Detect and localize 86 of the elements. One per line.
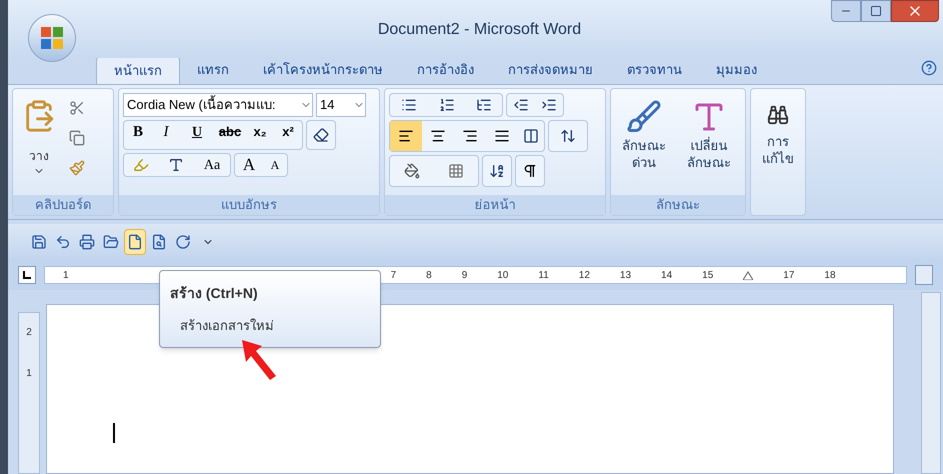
ruler-number: 8	[426, 268, 432, 282]
ruler-number: 2	[26, 326, 32, 340]
copy-icon	[69, 130, 85, 146]
office-button[interactable]	[28, 14, 76, 62]
underline-button[interactable]: U	[180, 121, 214, 143]
ruler-number: 11	[538, 268, 549, 282]
border-grid-icon	[448, 163, 464, 179]
maximize-button[interactable]	[861, 0, 891, 22]
group-label: แบบอักษร	[221, 196, 277, 214]
increase-indent-icon	[541, 97, 557, 113]
ruler-number: 14	[661, 268, 672, 282]
tab-selector-button[interactable]	[18, 266, 36, 284]
ribbon-tab[interactable]: การอ้างอิง	[400, 56, 491, 84]
line-spacing-icon	[560, 128, 576, 144]
tooltip-title: สร้าง (Ctrl+N)	[170, 284, 259, 303]
line-spacing-button[interactable]	[548, 120, 588, 152]
ribbon-tab[interactable]: เค้าโครงหน้ากระดาษ	[246, 56, 400, 84]
highlighter-icon	[133, 157, 149, 173]
tooltip-description: สร้างเอกสารใหม่	[180, 317, 275, 335]
indent-marker-icon	[743, 270, 754, 280]
magnifier-page-icon	[151, 234, 167, 250]
clear-format-button[interactable]	[306, 120, 336, 150]
ruler-number: 1	[63, 268, 69, 282]
align-center-icon	[430, 128, 446, 144]
quick-styles-button[interactable]: ลักษณะ ด่วน	[615, 93, 674, 191]
ribbon-tab[interactable]: มุมมอง	[699, 56, 774, 84]
group-label: คลิปบอร์ด	[35, 196, 91, 214]
ruler-number: 10	[497, 268, 508, 282]
paste-button[interactable]: วาง	[17, 93, 61, 191]
maximize-icon	[870, 5, 882, 17]
ruler-number: 7	[390, 268, 396, 282]
redo-icon	[175, 234, 191, 250]
ribbon-tab[interactable]: ตรวจทาน	[610, 56, 699, 84]
paintbrush-icon	[69, 160, 85, 176]
tab-stop-icon	[23, 271, 31, 279]
ribbon-tab[interactable]: แทรก	[180, 56, 246, 84]
save-icon	[31, 234, 47, 250]
text-cursor	[113, 423, 115, 443]
printer-icon	[79, 234, 95, 250]
paint-bucket-icon	[404, 163, 420, 179]
sort-button[interactable]	[482, 155, 512, 187]
group-label: ลักษณะ	[656, 196, 700, 214]
help-icon[interactable]	[921, 60, 937, 76]
ruler-number: 13	[620, 268, 632, 282]
show-marks-button[interactable]	[515, 155, 545, 187]
ruler-number: 1	[26, 367, 32, 381]
align-left-icon	[398, 128, 414, 144]
close-button[interactable]	[891, 0, 939, 22]
folder-icon	[103, 234, 119, 250]
window-title: Document2 - Microsoft Word	[378, 20, 582, 40]
editing-button[interactable]: การ แก้ไข	[755, 93, 801, 211]
toolbar-button[interactable]	[124, 229, 146, 255]
columns-icon	[523, 128, 539, 144]
group-label: ย่อหน้า	[474, 196, 516, 214]
bullet-list-icon	[401, 97, 417, 113]
grow-font-button[interactable]: A	[235, 154, 263, 176]
italic-button[interactable]: I	[152, 121, 180, 143]
office-logo-icon	[40, 26, 64, 50]
sort-az-icon	[489, 163, 505, 179]
ruler-number: 9	[462, 268, 468, 282]
align-right-icon	[462, 128, 478, 144]
text-color-icon	[168, 157, 184, 173]
multilevel-list-icon	[476, 97, 492, 113]
shrink-font-button[interactable]: A	[263, 154, 287, 176]
decrease-indent-icon	[513, 97, 529, 113]
ruler-number: 18	[824, 268, 836, 282]
ruler-number: 12	[578, 268, 590, 282]
scissors-icon	[69, 100, 85, 116]
font-name-dropdown[interactable]: Cordia New (เนื้อความแบ:	[123, 93, 313, 117]
superscript-button[interactable]: x²	[274, 121, 302, 143]
ribbon-tab[interactable]: การส่งจดหมาย	[491, 56, 610, 84]
strikethrough-button[interactable]: abc	[214, 121, 246, 143]
subscript-button[interactable]: x₂	[246, 121, 274, 143]
justify-icon	[494, 128, 510, 144]
font-size-dropdown[interactable]: 14	[316, 93, 366, 117]
ruler-number: 15	[702, 268, 714, 282]
bold-button[interactable]: B	[124, 121, 152, 143]
ribbon-tab[interactable]: หน้าแรก	[96, 56, 180, 84]
change-styles-button[interactable]: เปลี่ยน ลักษณะ	[677, 93, 741, 191]
eraser-icon	[313, 127, 329, 143]
blank-page-icon	[127, 234, 143, 250]
numbered-list-icon	[439, 97, 455, 113]
align-button[interactable]	[390, 121, 422, 151]
undo-icon	[55, 234, 71, 250]
ruler-number: 17	[783, 268, 794, 282]
pilcrow-icon	[522, 163, 538, 179]
